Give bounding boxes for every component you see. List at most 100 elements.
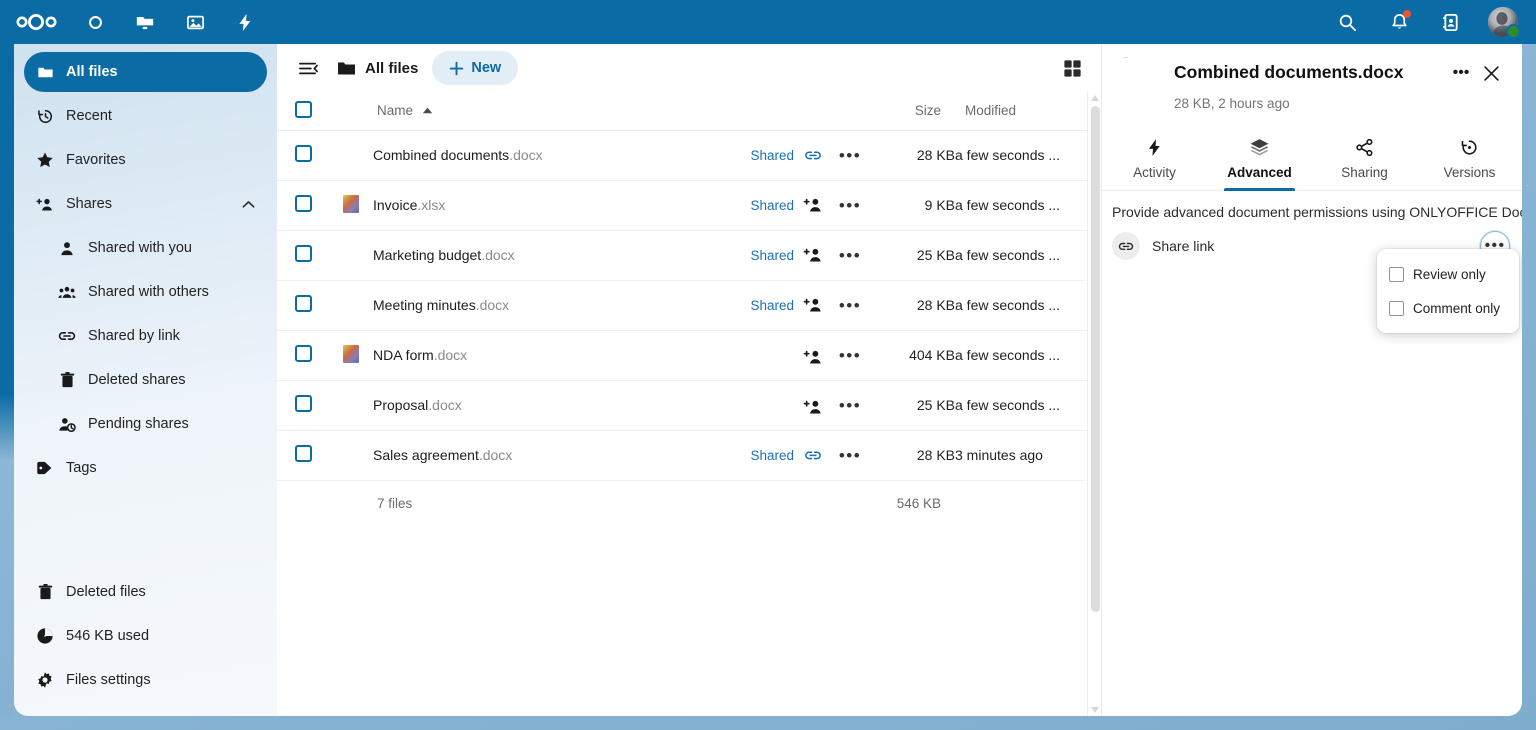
table-row[interactable]: Sales agreement.docx Shared ••• 28 KB 3 minu… — [277, 430, 1087, 480]
table-row[interactable]: Combined documents.docx Shared ••• 28 KB a f… — [277, 130, 1087, 180]
permission-label: Review only — [1413, 266, 1486, 282]
row-name-cell[interactable]: Combined documents.docx — [373, 130, 703, 180]
details-menu-button[interactable]: ••• — [1446, 58, 1476, 88]
row-actions-menu-button[interactable]: ••• — [836, 341, 864, 369]
files-table-footer: 7 files 546 KB — [277, 480, 1087, 526]
row-checkbox[interactable] — [294, 145, 312, 162]
sidebar-item-files-settings[interactable]: Files settings — [24, 660, 267, 700]
select-all-checkbox[interactable] — [294, 100, 312, 118]
row-name-cell[interactable]: NDA form.docx — [373, 330, 703, 380]
app-shell: All files Recent Favorites Shares Shared… — [14, 44, 1522, 716]
search-icon[interactable] — [1332, 7, 1362, 37]
share-add-icon[interactable] — [803, 295, 823, 315]
dashboard-icon[interactable] — [80, 7, 110, 37]
sidebar-item-recent[interactable]: Recent — [24, 96, 267, 136]
row-actions-menu-button[interactable]: ••• — [836, 391, 864, 419]
chevron-up-icon[interactable] — [242, 200, 255, 209]
sidebar-item-shared-by-link[interactable]: Shared by link — [24, 316, 267, 356]
activity-icon — [1102, 135, 1207, 159]
row-name-cell[interactable]: Invoice.xlsx — [373, 180, 703, 230]
sidebar-item-shared-with-others[interactable]: Shared with others — [24, 272, 267, 312]
files-toolbar: All files New — [277, 44, 1101, 92]
row-actions-menu-button[interactable]: ••• — [836, 191, 864, 219]
row-checkbox[interactable] — [294, 195, 312, 212]
tab-activity[interactable]: Activity — [1102, 129, 1207, 190]
row-actions-menu-button[interactable]: ••• — [836, 141, 864, 169]
folder-icon — [36, 63, 54, 81]
sidebar-item-shares[interactable]: Shares — [24, 184, 267, 224]
row-name-cell[interactable]: Meeting minutes.docx — [373, 280, 703, 330]
collapse-list-icon[interactable] — [293, 53, 323, 83]
activity-icon[interactable] — [230, 7, 260, 37]
row-name-cell[interactable]: Marketing budget.docx — [373, 230, 703, 280]
new-button[interactable]: New — [432, 51, 519, 85]
sidebar-item-deleted-shares[interactable]: Deleted shares — [24, 360, 267, 400]
close-icon[interactable] — [1476, 58, 1506, 88]
permission-item-review-only[interactable]: Review only — [1377, 257, 1519, 291]
row-share-cell[interactable]: Shared — [703, 130, 823, 180]
avatar[interactable] — [1488, 7, 1521, 39]
modified-header[interactable]: Modified — [955, 92, 1087, 131]
grid-view-icon[interactable] — [1057, 53, 1087, 83]
link-icon[interactable] — [803, 145, 823, 165]
sidebar-item-pending-shares[interactable]: Pending shares — [24, 404, 267, 444]
table-row[interactable]: Invoice.xlsx Shared ••• 9 KB a few seconds .… — [277, 180, 1087, 230]
photos-icon[interactable] — [180, 7, 210, 37]
review-only-checkbox[interactable] — [1389, 266, 1404, 282]
share-add-icon[interactable] — [803, 397, 823, 417]
files-scroll-container: Name Size Modified Combined documents.do… — [277, 92, 1087, 716]
file-modified: a few seconds ... — [955, 297, 1061, 313]
sidebar-item-tags[interactable]: Tags — [24, 448, 267, 488]
file-extension: .docx — [481, 247, 515, 263]
share-add-icon[interactable] — [803, 347, 823, 367]
files-icon[interactable] — [130, 7, 160, 37]
sidebar-item-shared-with-you[interactable]: Shared with you — [24, 228, 267, 268]
sidebar-item-storage-usage[interactable]: 546 KB used — [24, 616, 267, 656]
row-share-cell[interactable]: Shared — [703, 180, 823, 230]
notifications-icon[interactable] — [1384, 7, 1414, 37]
scroll-down-arrow-icon[interactable] — [1091, 707, 1099, 713]
row-name-cell[interactable]: Sales agreement.docx — [373, 430, 703, 480]
files-list-scrollbar[interactable] — [1087, 92, 1101, 716]
tab-advanced[interactable]: Advanced — [1207, 129, 1312, 191]
scrollbar-thumb[interactable] — [1091, 106, 1100, 612]
permission-item-comment-only[interactable]: Comment only — [1377, 291, 1519, 325]
sidebar-item-deleted-files[interactable]: Deleted files — [24, 572, 267, 612]
sidebar-item-all-files[interactable]: All files — [24, 52, 267, 92]
row-share-cell[interactable] — [703, 380, 823, 430]
tab-sharing[interactable]: Sharing — [1312, 129, 1417, 190]
row-share-cell[interactable] — [703, 330, 823, 380]
details-subtitle: 28 KB, 2 hours ago — [1174, 96, 1290, 111]
row-actions-menu-button[interactable]: ••• — [836, 441, 864, 469]
table-row[interactable]: Meeting minutes.docx Shared ••• 28 KB a few … — [277, 280, 1087, 330]
row-checkbox[interactable] — [294, 395, 312, 412]
table-row[interactable]: NDA form.docx ••• 404 KB a few seconds ... — [277, 330, 1087, 380]
sidebar-item-favorites[interactable]: Favorites — [24, 140, 267, 180]
row-share-cell[interactable]: Shared — [703, 280, 823, 330]
file-size: 28 KB — [916, 147, 955, 163]
share-add-icon[interactable] — [803, 195, 823, 215]
link-icon[interactable] — [803, 445, 823, 465]
row-actions-menu-button[interactable]: ••• — [836, 241, 864, 269]
row-checkbox[interactable] — [294, 345, 312, 362]
name-header[interactable]: Name — [373, 92, 703, 131]
permission-label: Comment only — [1413, 300, 1501, 316]
scroll-up-arrow-icon[interactable] — [1091, 95, 1099, 101]
row-actions-menu-button[interactable]: ••• — [836, 291, 864, 319]
row-checkbox[interactable] — [294, 245, 312, 262]
size-header[interactable]: Size — [877, 92, 955, 131]
row-checkbox[interactable] — [294, 445, 312, 462]
row-name-cell[interactable]: Proposal.docx — [373, 380, 703, 430]
row-share-cell[interactable]: Shared — [703, 430, 823, 480]
comment-only-checkbox[interactable] — [1389, 300, 1404, 316]
table-row[interactable]: Proposal.docx ••• 25 KB a few seconds ... — [277, 380, 1087, 430]
breadcrumb[interactable]: All files — [337, 60, 418, 77]
nextcloud-logo[interactable] — [14, 7, 60, 37]
row-checkbox[interactable] — [294, 295, 312, 312]
tab-versions[interactable]: Versions — [1417, 129, 1522, 190]
contacts-icon[interactable] — [1436, 7, 1466, 37]
advanced-description: Provide advanced document permissions us… — [1112, 204, 1522, 220]
share-add-icon[interactable] — [803, 245, 823, 265]
row-share-cell[interactable]: Shared — [703, 230, 823, 280]
table-row[interactable]: Marketing budget.docx Shared ••• 25 KB a few… — [277, 230, 1087, 280]
